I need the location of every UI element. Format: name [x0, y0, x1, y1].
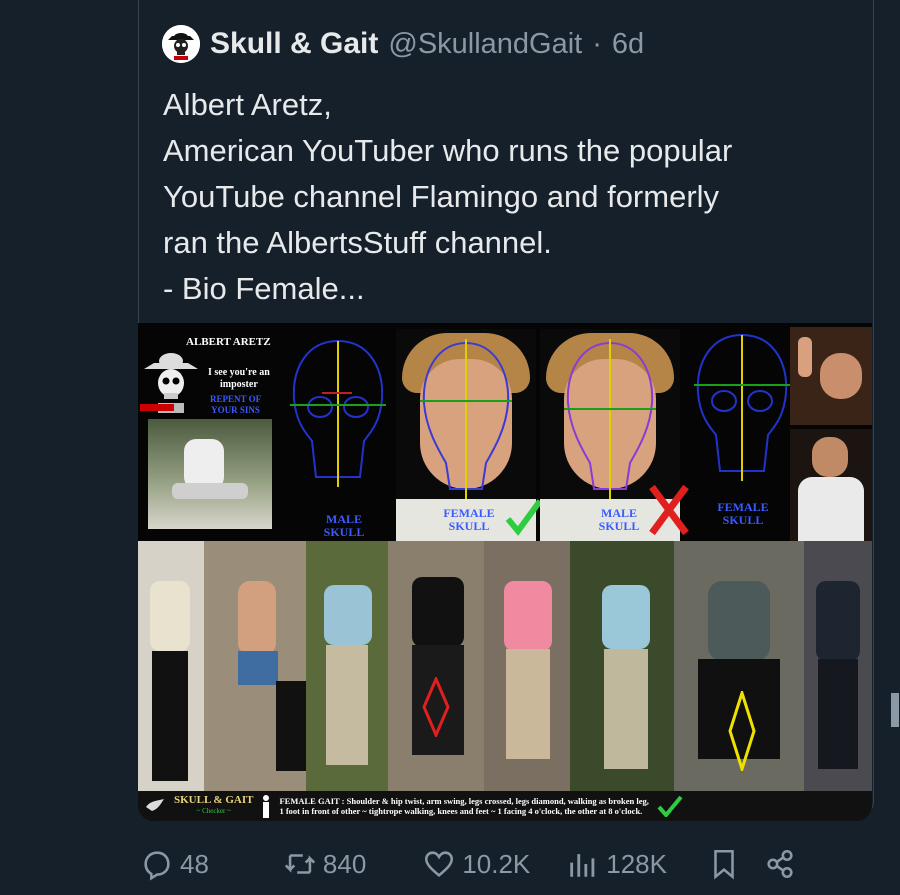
repent-text: REPENT OF YOUR SINS — [210, 394, 261, 416]
female-skull-label-right: FEMALE SKULL — [717, 500, 769, 527]
skull-comparison-panel: ALBERT ARETZ I see you're an imposter RE… — [138, 323, 872, 541]
retweet-icon — [284, 854, 315, 874]
female-skull-label-center: FEMALE SKULL — [443, 506, 495, 533]
like-button[interactable]: 10.2K — [422, 847, 530, 881]
reply-button[interactable]: 48 — [140, 847, 209, 881]
green-check-icon — [505, 499, 543, 536]
female-skull-diagram — [694, 333, 790, 481]
tweet-time[interactable]: 6d — [612, 28, 644, 61]
gait-photo-strip — [138, 541, 872, 791]
gait-photo — [306, 541, 388, 791]
gait-photo — [484, 541, 570, 791]
like-icon — [425, 851, 454, 877]
share-button[interactable] — [763, 847, 797, 881]
views-icon — [570, 854, 595, 877]
gait-photo — [138, 541, 204, 791]
tweet-text-line: ran the AlbertsStuff channel. — [163, 225, 552, 260]
reply-count: 48 — [180, 848, 209, 879]
tweet-text-line: - Bio Female... — [163, 271, 365, 306]
dove-icon — [146, 799, 164, 811]
share-icon — [767, 849, 793, 879]
views-button[interactable]: 128K — [566, 847, 667, 881]
repent-line: REPENT OF — [210, 394, 262, 404]
brand-block: SKULL & GAIT ~ Checker ~ — [174, 795, 253, 817]
brand-sub: ~ Checker ~ — [196, 807, 231, 815]
gait-caption-strip: SKULL & GAIT ~ Checker ~ FEMALE GAIT : S… — [138, 791, 872, 821]
gait-caption-line: 1 foot in front of other ~ tightrope wal… — [279, 806, 643, 816]
male-skull-label-left: MALE SKULL — [323, 512, 365, 539]
author-handle[interactable]: @SkullandGait — [388, 28, 582, 61]
scrollbar-thumb[interactable] — [891, 693, 899, 727]
taunt-line: I see you're an — [208, 367, 270, 378]
skull-avatar-icon[interactable] — [162, 25, 200, 63]
male-skull-diagram — [290, 339, 386, 487]
tweet-media-image[interactable]: ALBERT ARETZ I see you're an imposter RE… — [138, 323, 872, 821]
reply-icon — [144, 851, 170, 881]
sitting-photo — [148, 419, 272, 529]
tank-top-photo — [790, 429, 872, 541]
male-skull-label-center: MALE SKULL — [598, 506, 640, 533]
gait-photo — [388, 541, 484, 791]
tweet-text-line: American YouTuber who runs the popular — [163, 133, 733, 168]
tweet-text: Albert Aretz, American YouTuber who runs… — [163, 82, 853, 312]
taunt-text: I see you're an imposter — [208, 367, 270, 391]
gait-caption: FEMALE GAIT : Shoulder & hip twist, arm … — [279, 796, 648, 816]
repent-line: YOUR SINS — [211, 405, 260, 415]
gait-caption-line: FEMALE GAIT : Shoulder & hip twist, arm … — [279, 796, 649, 806]
bookmark-button[interactable] — [707, 847, 741, 881]
author-name[interactable]: Skull & Gait — [210, 27, 378, 61]
retweet-button[interactable]: 840 — [283, 847, 366, 881]
gait-photo — [570, 541, 674, 791]
gait-photo — [204, 541, 306, 791]
tweet-header: Skull & Gait @SkullandGait · 6d — [162, 24, 644, 64]
retweet-count: 840 — [322, 848, 367, 879]
gait-photo — [674, 541, 804, 791]
bookmark-icon — [714, 849, 734, 880]
gait-photo — [804, 541, 872, 791]
separator-dot: · — [592, 27, 602, 60]
standing-figure-icon — [263, 795, 270, 818]
tweet-action-bar: 48 840 10.2K 128K — [140, 842, 860, 886]
taunt-line: imposter — [219, 379, 258, 390]
tweet-text-line: Albert Aretz, — [163, 87, 332, 122]
like-count: 10.2K — [462, 848, 531, 879]
brand-name: SKULL & GAIT — [174, 794, 254, 806]
peace-sign-photo — [790, 327, 872, 425]
view-count: 128K — [606, 848, 667, 879]
skull-red-bar — [140, 404, 174, 411]
media-title: ALBERT ARETZ — [186, 336, 271, 348]
tweet-text-line: YouTube channel Flamingo and formerly — [163, 179, 720, 214]
green-check-icon — [657, 795, 683, 817]
red-cross-icon — [649, 484, 689, 536]
